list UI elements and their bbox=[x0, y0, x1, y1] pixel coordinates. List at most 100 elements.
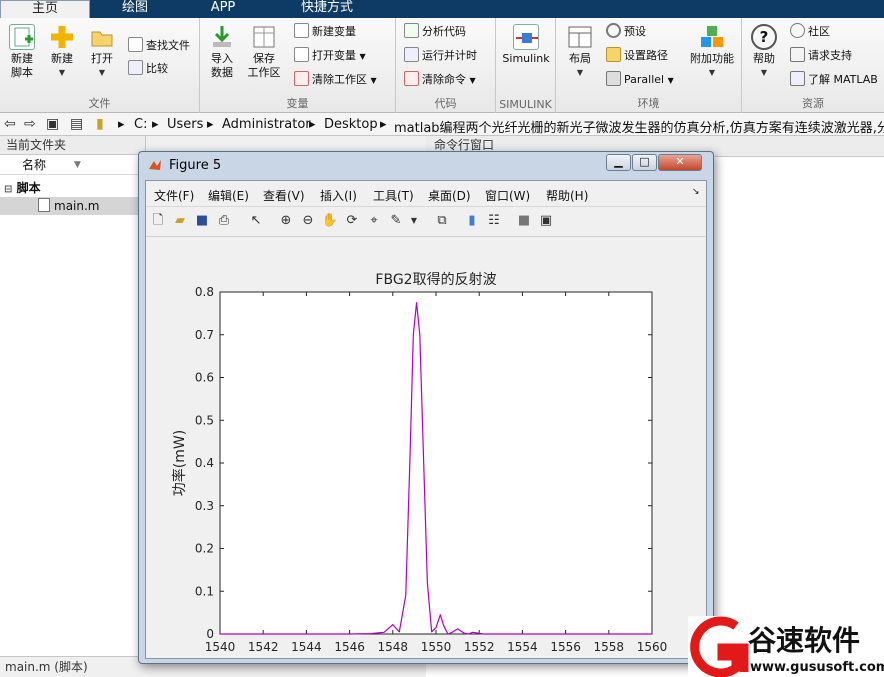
breadcrumb-administrator[interactable]: Administrator bbox=[222, 117, 311, 132]
new-label: 新建 bbox=[51, 52, 73, 65]
chevron-down-icon: ▼ bbox=[370, 76, 377, 85]
analyze-code-button[interactable]: 分析代码 bbox=[404, 22, 466, 42]
menu-view[interactable]: 查看(V) bbox=[263, 187, 305, 204]
x-tick-label: 1558 bbox=[594, 640, 625, 654]
ribbon: 新建 脚本 新建 ▼ 打开 ▼ 查找文件 比较 文件 导入 数据 保存 工作区 … bbox=[0, 18, 884, 113]
clear-commands-button[interactable]: 清除命令 ▼ bbox=[404, 70, 476, 90]
breadcrumb-desktop[interactable]: Desktop bbox=[324, 117, 378, 132]
tree-folder-scripts[interactable]: ⊟ 脚本 bbox=[0, 179, 145, 197]
find-files-button[interactable]: 查找文件 bbox=[128, 36, 190, 56]
figure-titlebar[interactable]: Figure 5 ▁ □ ✕ bbox=[139, 152, 713, 179]
menu-edit[interactable]: 编辑(E) bbox=[208, 187, 249, 204]
file-item-main[interactable]: main.m bbox=[0, 197, 145, 215]
menu-file[interactable]: 文件(F) bbox=[154, 187, 194, 204]
breadcrumb-drive[interactable]: C: bbox=[134, 117, 147, 132]
colorbar-icon[interactable]: ▮ bbox=[462, 211, 482, 231]
breadcrumb-users[interactable]: Users bbox=[167, 117, 203, 132]
show-plot-tools-icon[interactable]: ▣ bbox=[536, 211, 556, 231]
y-tick-label: 0.3 bbox=[195, 499, 214, 513]
close-icon[interactable]: ✕ bbox=[658, 154, 702, 171]
help-button[interactable]: ? 帮助 ▼ bbox=[746, 24, 782, 80]
section-title-variable: 变量 bbox=[286, 97, 309, 110]
menubar-overflow-icon[interactable]: ↘ bbox=[692, 187, 700, 197]
clear-workspace-button[interactable]: 清除工作区 ▼ bbox=[294, 70, 377, 90]
ribbon-section-resources: ? 帮助 ▼ 社区 请求支持 了解 MATLAB 资源 bbox=[742, 18, 884, 113]
tab-shortcuts[interactable]: 快捷方式 bbox=[268, 0, 386, 18]
crumb-separator: ▸ bbox=[309, 117, 316, 132]
back-arrow-icon[interactable]: ⇦ bbox=[4, 116, 16, 132]
folder-icon: ▮ bbox=[96, 116, 104, 132]
chart-title: FBG2取得的反射波 bbox=[375, 271, 496, 288]
open-variable-button[interactable]: 打开变量 ▼ bbox=[294, 46, 366, 66]
open-variable-label: 打开变量 bbox=[312, 49, 356, 62]
menu-window[interactable]: 窗口(W) bbox=[485, 187, 530, 204]
maximize-icon[interactable]: □ bbox=[632, 154, 657, 171]
simulink-button[interactable]: Simulink bbox=[500, 24, 552, 66]
run-and-time-button[interactable]: 运行并计时 bbox=[404, 46, 477, 66]
name-column-header[interactable]: 名称 ▼ bbox=[0, 155, 145, 175]
zoom-in-icon[interactable]: ⊕ bbox=[276, 211, 296, 231]
new-button[interactable]: 新建 ▼ bbox=[44, 24, 80, 80]
preferences-button[interactable]: 预设 bbox=[606, 22, 646, 42]
layout-button[interactable]: 布局 ▼ bbox=[562, 24, 598, 80]
x-tick-label: 1560 bbox=[637, 640, 668, 654]
zoom-out-icon[interactable]: ⊖ bbox=[298, 211, 318, 231]
x-tick-label: 1540 bbox=[205, 640, 236, 654]
menu-insert[interactable]: 插入(I) bbox=[320, 187, 357, 204]
tab-plots[interactable]: 绘图 bbox=[92, 0, 178, 18]
legend-icon[interactable]: ☷ bbox=[484, 211, 504, 231]
tab-apps[interactable]: APP bbox=[180, 0, 266, 18]
hide-plot-tools-icon[interactable]: ■ bbox=[514, 211, 534, 231]
select-arrow-icon[interactable]: ↖ bbox=[246, 211, 266, 231]
addons-button[interactable]: 附加功能 ▼ bbox=[688, 24, 736, 80]
link-plot-icon[interactable]: ⧉ bbox=[432, 211, 452, 231]
new-figure-icon[interactable]: 🗋 bbox=[148, 211, 168, 231]
menu-desktop[interactable]: 桌面(D) bbox=[428, 187, 471, 204]
import-data-button[interactable]: 导入 数据 bbox=[204, 24, 240, 80]
y-tick-label: 0.4 bbox=[195, 456, 214, 470]
learn-matlab-label: 了解 MATLAB bbox=[808, 73, 878, 86]
address-bar: ⇦ ⇨ ▣ ▤ ▮ ▸ C: ▸ Users ▸ Administrator ▸… bbox=[0, 113, 884, 136]
compare-button[interactable]: 比较 bbox=[128, 59, 168, 79]
learn-matlab-icon bbox=[790, 71, 805, 86]
menu-tools[interactable]: 工具(T) bbox=[373, 187, 414, 204]
new-script-button[interactable]: 新建 脚本 bbox=[4, 24, 40, 80]
parallel-button[interactable]: Parallel ▼ bbox=[606, 70, 674, 90]
clear-commands-icon bbox=[404, 71, 419, 86]
new-variable-button[interactable]: 新建变量 bbox=[294, 22, 356, 42]
folder-label: 脚本 bbox=[16, 181, 41, 195]
up-folder-icon[interactable]: ▣ bbox=[46, 116, 59, 132]
community-button[interactable]: 社区 bbox=[790, 22, 830, 42]
open-button[interactable]: 打开 ▼ bbox=[84, 24, 120, 80]
y-tick-label: 0.8 bbox=[195, 285, 214, 299]
minimize-icon[interactable]: ▁ bbox=[606, 154, 631, 171]
request-support-button[interactable]: 请求支持 bbox=[790, 46, 852, 66]
brush-dropdown-icon[interactable]: ▼ bbox=[404, 211, 424, 231]
brush-icon[interactable]: ✎ bbox=[386, 211, 406, 231]
ribbon-section-simulink: Simulink SIMULINK bbox=[496, 18, 556, 113]
save-icon[interactable]: ■ bbox=[192, 211, 212, 231]
watermark-name: 谷速软件 bbox=[748, 624, 860, 657]
tab-home[interactable]: 主页 bbox=[0, 0, 90, 18]
y-tick-label: 0.7 bbox=[195, 328, 214, 342]
help-label: 帮助 bbox=[753, 52, 775, 65]
forward-arrow-icon[interactable]: ⇨ bbox=[24, 116, 36, 132]
gear-icon bbox=[606, 23, 621, 38]
data-cursor-icon[interactable]: ⌖ bbox=[364, 211, 384, 231]
learn-matlab-button[interactable]: 了解 MATLAB bbox=[790, 70, 878, 90]
rotate-3d-icon[interactable]: ⟳ bbox=[342, 211, 362, 231]
menu-help[interactable]: 帮助(H) bbox=[546, 187, 588, 204]
save-workspace-button[interactable]: 保存 工作区 bbox=[246, 24, 282, 80]
browse-folder-icon[interactable]: ▤ bbox=[70, 116, 83, 132]
x-tick-label: 1550 bbox=[421, 640, 452, 654]
set-path-button[interactable]: 设置路径 bbox=[606, 46, 668, 66]
print-icon[interactable]: ⎙ bbox=[214, 211, 234, 231]
preferences-label: 预设 bbox=[624, 25, 646, 38]
chart-svg: 1540 1542 1544 1546 1548 1550 1552 1554 1556 1558… bbox=[171, 271, 668, 675]
open-file-icon[interactable]: ▰ bbox=[170, 211, 190, 231]
current-folder-title: 当前文件夹 bbox=[0, 136, 145, 155]
run-and-time-label: 运行并计时 bbox=[422, 49, 477, 62]
pan-hand-icon[interactable]: ✋ bbox=[320, 211, 340, 231]
breadcrumb-project-folder[interactable]: matlab编程两个光纤光栅的新光子微波发生器的仿真分析,仿真方案有连续波激光器… bbox=[394, 117, 884, 136]
chevron-down-icon: ▼ bbox=[98, 68, 106, 77]
